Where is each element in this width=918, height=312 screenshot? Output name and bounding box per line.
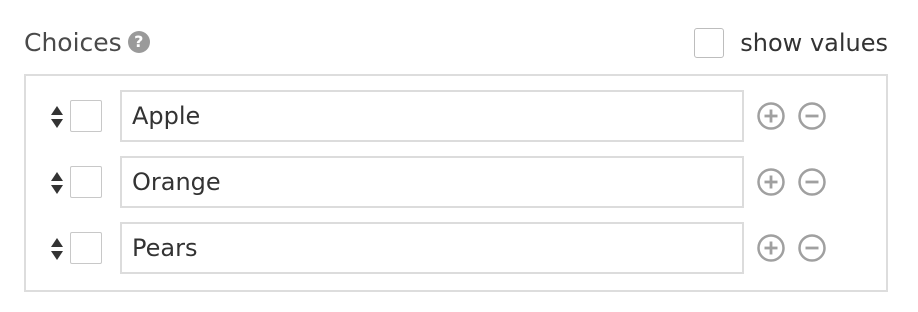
choice-row [46, 156, 866, 208]
show-values-checkbox[interactable] [694, 28, 725, 58]
choice-checkbox[interactable] [70, 166, 102, 198]
choice-row [46, 90, 866, 142]
minus-circle-icon[interactable] [797, 233, 827, 263]
plus-circle-icon[interactable] [756, 101, 786, 131]
choice-input[interactable] [120, 90, 744, 142]
plus-circle-icon[interactable] [756, 233, 786, 263]
minus-circle-icon[interactable] [797, 167, 827, 197]
plus-circle-icon[interactable] [756, 167, 786, 197]
choice-checkbox[interactable] [70, 232, 102, 264]
choices-header: Choices ? [24, 24, 150, 60]
sort-icon[interactable] [50, 105, 64, 129]
choice-checkbox[interactable] [70, 100, 102, 132]
choice-input[interactable] [120, 222, 744, 274]
minus-circle-icon[interactable] [797, 101, 827, 131]
help-icon[interactable]: ? [127, 31, 150, 53]
sort-icon[interactable] [50, 237, 64, 261]
choice-row [46, 222, 866, 274]
choices-title: Choices [24, 27, 122, 57]
choice-input[interactable] [120, 156, 744, 208]
sort-icon[interactable] [50, 171, 64, 195]
show-values-toggle[interactable]: show values [694, 26, 888, 60]
choices-list [24, 74, 888, 292]
show-values-label: show values [740, 29, 888, 57]
